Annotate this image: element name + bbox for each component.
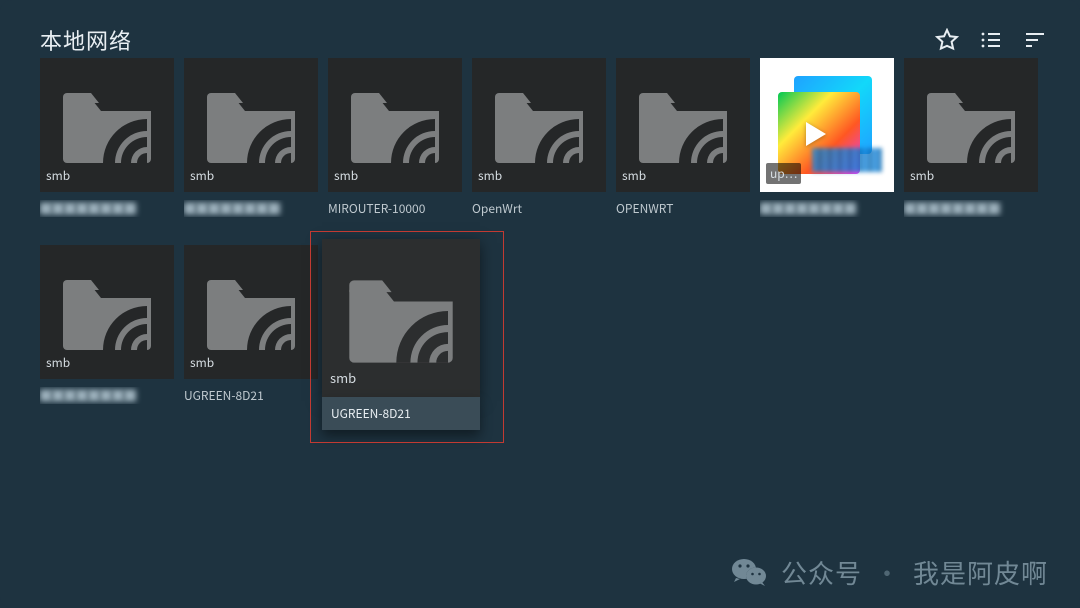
protocol-badge: smb (330, 368, 356, 387)
tile-label: OpenWrt (472, 200, 606, 217)
tile-label: ████ (40, 387, 174, 404)
tile-label: MIROUTER-10000 (328, 200, 462, 217)
network-tile[interactable]: smb ████ (184, 58, 318, 217)
protocol-badge: smb (46, 354, 70, 371)
watermark-sep: · (874, 554, 901, 591)
tile-label: ████ (40, 200, 174, 217)
tile-label: UGREEN-8D21 (184, 387, 318, 404)
network-folder-icon (342, 271, 460, 365)
tile-thumb: smb (328, 58, 462, 192)
tile-thumb: smb (322, 239, 480, 397)
protocol-badge: smb (478, 167, 502, 184)
tile-thumb: smb (40, 245, 174, 379)
tile-thumb: smb (184, 58, 318, 192)
network-tile[interactable]: smb OPENWRT (616, 58, 750, 217)
tile-label: ████ (184, 200, 318, 217)
star-icon (935, 28, 959, 52)
network-tile[interactable]: smb UGREEN-8D21 (184, 245, 318, 436)
tile-thumb: up… (760, 58, 894, 192)
network-folder-icon (57, 272, 157, 352)
protocol-badge: smb (190, 167, 214, 184)
network-folder-icon (345, 85, 445, 165)
protocol-badge: smb (910, 167, 934, 184)
list-icon (979, 28, 1003, 52)
network-folder-icon (201, 272, 301, 352)
tile-label: ████ (760, 200, 894, 217)
tile-thumb: smb (184, 245, 318, 379)
watermark-prefix: 公众号 (781, 554, 862, 591)
view-list-button[interactable] (978, 27, 1004, 53)
network-tile[interactable]: smb ████ (904, 58, 1038, 217)
tile-label: ████ (904, 200, 1038, 217)
network-folder-icon (921, 85, 1021, 165)
watermark-name: 我是阿皮啊 (913, 554, 1048, 591)
page-title: 本地网络 (40, 24, 132, 56)
network-tile[interactable]: smb OpenWrt (472, 58, 606, 217)
protocol-badge: up… (766, 163, 801, 184)
sort-icon (1023, 28, 1047, 52)
network-folder-icon (489, 85, 589, 165)
network-tile[interactable]: smbUGREEN-8D21 (328, 245, 462, 436)
tile-label: UGREEN-8D21 (322, 397, 480, 430)
tile-thumb: smb (616, 58, 750, 192)
network-grid: smb ████ smb ████ smb MIROUTER-10000 smb Ope… (40, 58, 1056, 436)
protocol-badge: smb (622, 167, 646, 184)
tile-thumb: smb (40, 58, 174, 192)
sort-button[interactable] (1022, 27, 1048, 53)
tile-label: OPENWRT (616, 200, 750, 217)
header-actions (934, 27, 1056, 53)
network-tile[interactable]: up… ████ (760, 58, 894, 217)
network-tile[interactable]: smb ████ (40, 58, 174, 217)
favorite-button[interactable] (934, 27, 960, 53)
network-folder-icon (201, 85, 301, 165)
watermark: 公众号 · 我是阿皮啊 (729, 552, 1048, 592)
protocol-badge: smb (46, 167, 70, 184)
tile-thumb: smb (472, 58, 606, 192)
network-folder-icon (633, 85, 733, 165)
network-tile[interactable]: smb MIROUTER-10000 (328, 58, 462, 217)
tile-thumb: smb (904, 58, 1038, 192)
wechat-icon (729, 552, 769, 592)
network-folder-icon (57, 85, 157, 165)
protocol-badge: smb (190, 354, 214, 371)
protocol-badge: smb (334, 167, 358, 184)
network-tile[interactable]: smb ████ (40, 245, 174, 436)
